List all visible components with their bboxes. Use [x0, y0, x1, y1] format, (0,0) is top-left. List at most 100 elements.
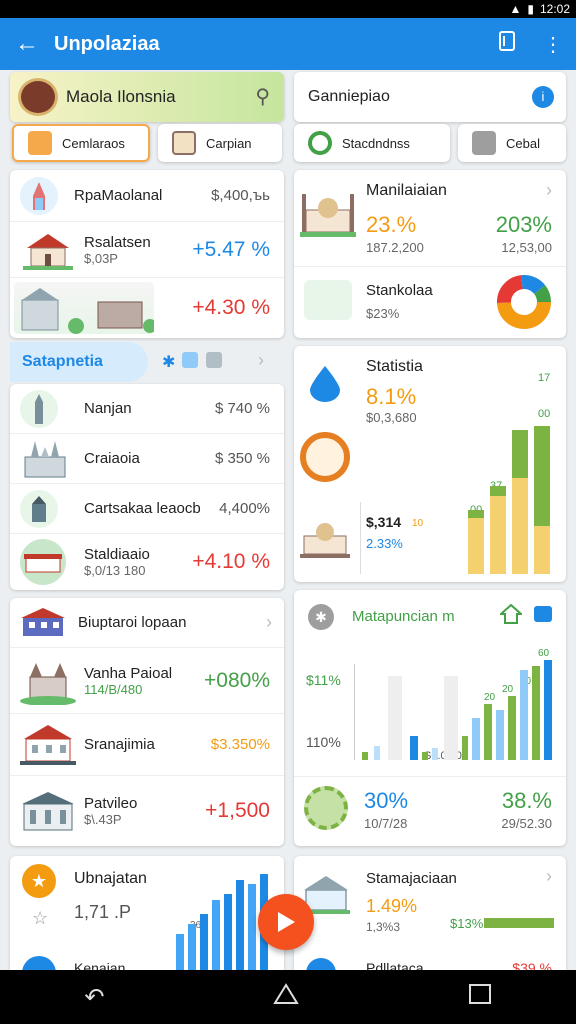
- stat-primary: 23.%: [366, 212, 417, 237]
- list-item-title: Staldiaaio: [84, 546, 150, 563]
- list-item-title: Rsalatsen: [84, 233, 151, 251]
- bookmark-icon[interactable]: [484, 31, 530, 57]
- stat-secondary-sub: 29/52.30: [501, 816, 552, 831]
- chip-label: Cemlaraos: [62, 135, 125, 151]
- right-stat-card-2[interactable]: Statistia 8.1% $0,3,680 $,314 2.33% 10 1…: [294, 346, 566, 582]
- stat-primary-sub: 1,3%3: [366, 920, 401, 934]
- list-item[interactable]: Rsalatsen $,03P +5.47 %: [10, 222, 284, 278]
- list-item-value: +1,500: [205, 799, 270, 822]
- list-item-value: $3.350%: [210, 736, 270, 753]
- list-item[interactable]: Patvileo $\.43P +1,500: [10, 776, 284, 846]
- list-item[interactable]: RpaMaolanal $,400,ъь: [10, 170, 284, 222]
- building-icon: [20, 601, 66, 645]
- home-nav-icon[interactable]: [273, 982, 299, 1012]
- progress-bar: [484, 918, 554, 928]
- chart-tick-label: 10: [412, 518, 424, 529]
- chip-label: Cebal: [506, 135, 540, 151]
- list-item-title: Nanjan: [84, 400, 132, 417]
- list-item-title: Craiaoia: [84, 450, 140, 467]
- stat-primary-sub: 187.2,200: [366, 240, 424, 255]
- list-item-value: +4.10 %: [192, 550, 270, 573]
- card-title-suffix: m: [442, 608, 455, 625]
- home-icon[interactable]: [498, 603, 524, 629]
- list-item[interactable]: Staldiaaio $,0/13 180 +4.10 %: [10, 534, 284, 590]
- emblem-icon: [18, 78, 58, 116]
- list-item[interactable]: Nanjan $ 740 %: [10, 384, 284, 434]
- chip-label: Carpian: [206, 135, 252, 151]
- section-label[interactable]: Satapnetia: [10, 342, 148, 382]
- left-list-card-1: RpaMaolanal $,400,ъь Rsalatsen $,03P +5.…: [10, 170, 284, 338]
- book-icon: [172, 131, 196, 155]
- left-header-card[interactable]: Maola Ilonsnia ⚲: [10, 72, 284, 122]
- chevron-right-icon[interactable]: ›: [546, 866, 552, 887]
- star-badge-icon: ★: [22, 864, 56, 898]
- market-icon: [304, 280, 352, 320]
- list-item-title: Vanha Paioal: [84, 664, 173, 682]
- wifi-icon: ▲: [509, 2, 522, 16]
- right-chart-card[interactable]: ✱ Matapuncian m $11% 110% S0.00.00 20 20…: [294, 590, 566, 846]
- stat-secondary: 203%: [495, 212, 552, 237]
- mosque-icon: [300, 182, 356, 243]
- filter-icon[interactable]: ✱: [162, 352, 175, 372]
- grid-icon[interactable]: [182, 352, 198, 368]
- back-nav-icon[interactable]: ↶: [84, 983, 104, 1012]
- app-title: Unpolaziaa: [54, 32, 160, 55]
- stat-secondary-sub: 12,53,00: [501, 240, 552, 255]
- right-stat-card-1[interactable]: Manilaiaian › 23.% 187.2,200 203% 12,53,…: [294, 170, 566, 338]
- globe-icon: [300, 432, 350, 482]
- chat-icon[interactable]: [534, 606, 552, 622]
- list-item-sub: $,0/13 180: [84, 563, 146, 578]
- chip-stacdndnss[interactable]: Stacdndnss: [294, 124, 450, 162]
- system-nav-bar: ↶: [0, 970, 576, 1024]
- list-item[interactable]: Sranajimia $3.350%: [10, 714, 284, 776]
- left-list-card-2: Nanjan $ 740 % Craiaoia $ 350 % Cartsaka…: [10, 384, 284, 590]
- list-item[interactable]: +4.30 %: [10, 278, 284, 338]
- search-icon[interactable]: ⚲: [255, 84, 270, 109]
- chip-cebal[interactable]: Cebal: [458, 124, 566, 162]
- list-item[interactable]: Vanha Paioal 114/B/480 +080%: [10, 648, 284, 714]
- right-header-card[interactable]: Ganniepiao i: [294, 72, 566, 122]
- list-item-value: +4.30 %: [192, 296, 270, 319]
- card-title: Stamajaciaan: [366, 870, 457, 887]
- status-time: 12:02: [539, 2, 570, 16]
- y-axis-label: $11%: [306, 672, 341, 688]
- settings-icon[interactable]: ✱: [308, 604, 334, 630]
- house-icon: [20, 228, 76, 272]
- card-title: Manilaiaian: [366, 182, 447, 199]
- dome-icon: [300, 514, 350, 563]
- battery-icon: ▮: [527, 2, 534, 16]
- back-arrow-icon[interactable]: ←: [0, 30, 54, 58]
- more-vert-icon[interactable]: ⋮: [530, 32, 576, 57]
- card-title: Ubnajatan: [74, 870, 147, 887]
- left-bottom-card[interactable]: ★ Ubnajatan ☆ 1,71 .P Kenaian 36: [10, 856, 284, 976]
- chevron-right-icon[interactable]: ›: [546, 180, 552, 201]
- recents-nav-icon[interactable]: [468, 983, 492, 1012]
- chevron-right-icon[interactable]: ›: [258, 350, 264, 371]
- chip-carpian[interactable]: Carpian: [158, 124, 282, 162]
- list-item[interactable]: Cartsakaa leaocb 4,400%: [10, 484, 284, 534]
- stat-primary-sub: $0,3,680: [366, 410, 417, 425]
- chevron-right-icon[interactable]: ›: [266, 612, 272, 633]
- list-item[interactable]: Craiaoia $ 350 %: [10, 434, 284, 484]
- chart-tick-label: 17: [538, 372, 551, 384]
- stat-primary: 8.1%: [366, 384, 417, 409]
- row-title: Stankolaa: [366, 282, 433, 299]
- monument-icon: [20, 489, 58, 528]
- cathedral-icon: [20, 437, 70, 481]
- stacked-bar-chart: [468, 426, 550, 574]
- right-stat-card-4[interactable]: Stamajaciaan › 1.49% 1,3%3 $13% Pdllatac…: [294, 856, 566, 976]
- landmark-image: [14, 282, 157, 334]
- image-icon[interactable]: [206, 352, 222, 368]
- chip-cemlaraos[interactable]: Cemlaraos: [12, 124, 150, 162]
- info-icon[interactable]: i: [532, 86, 554, 108]
- y-axis-label: 110%: [306, 734, 341, 750]
- ring-icon: [308, 131, 332, 155]
- list-item[interactable]: Biuptaroi lopaan ›: [10, 598, 284, 648]
- play-fab-button[interactable]: [258, 894, 314, 950]
- drop-icon: [310, 366, 340, 407]
- star-outline-icon: ☆: [32, 908, 49, 928]
- list-item-title: Sranajimia: [84, 736, 155, 753]
- card-title: Matapuncian m: [352, 608, 455, 625]
- app-bar: ← Unpolaziaa ⋮: [0, 18, 576, 70]
- donut-chart: [497, 275, 551, 329]
